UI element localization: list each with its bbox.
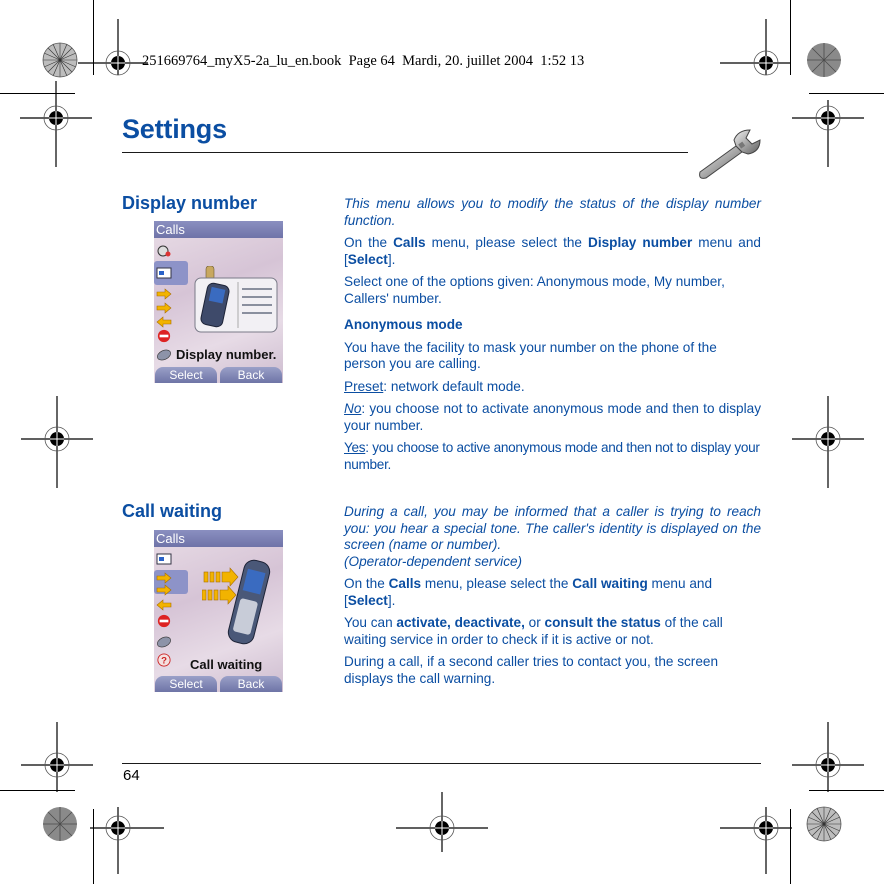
display-number-options-text: Select one of the options given: Anonymo… [344,274,725,306]
text: ]. [387,592,396,608]
text: or [524,615,545,630]
section-heading-display-number: Display number [122,193,258,213]
book-file-header: 251669764_myX5-2a_lu_en.book Page 64 Mar… [142,53,585,69]
anonymous-mode-description: You have the facility to mask your numbe… [344,339,717,372]
id-card-icon [156,553,172,565]
phone-screen-caption: Call waiting [190,657,263,672]
option-label-yes: Yes [344,440,366,455]
text: menu, please select the [425,235,588,250]
phone-softkeys: Select Back [154,675,283,692]
call-waiting-warning-text: During a call, if a second caller tries … [344,654,719,686]
alarm-icon [157,245,171,257]
call-waiting-intro: During a call, you may be informed that … [344,504,761,552]
call-waiting-nav-instruction: On the Calls menu, please select the Cal… [344,576,761,609]
incoming-call-icon [156,316,172,328]
phone-screen-header: Calls [154,221,283,238]
option-text: : network default mode. [383,378,525,394]
option-label-preset: Preset [344,378,384,394]
key-select: Select [347,251,388,267]
registration-target-icon [21,396,93,488]
id-card-illustration [194,266,278,333]
option-preset: Preset: network default mode. [344,379,761,396]
section-heading-call-waiting: Call waiting [122,501,223,521]
page-number: 64 [123,767,140,784]
barred-icon [157,614,171,628]
forward-calls-icon [156,584,172,596]
print-rosette-icon [43,807,77,841]
help-icon: ? [157,653,171,667]
registration-target-icon [396,792,488,852]
wrench-icon [699,129,761,179]
registration-target-icon [792,396,864,488]
pebble-icon [157,636,171,648]
phone-screenshot-call-waiting: Calls ? Call waiting Select Back [154,530,283,692]
print-rosette-icon [42,42,78,78]
action-consult-status: consult the status [544,615,661,630]
phone-screen-header: Calls [154,530,283,547]
option-yes: Yes: you choose to active anonymous mode… [344,440,761,473]
registration-target-icon [20,81,92,167]
call-waiting-operator-note: (Operator-dependent service) [344,553,523,569]
softkey-back: Back [220,367,282,383]
menu-name-display-number: Display number [588,235,693,250]
forward-calls-icon [156,288,172,300]
softkey-select: Select [155,367,217,383]
call-waiting-actions: You can activate, deactivate, or consult… [344,615,761,648]
option-label-no: No [344,401,362,416]
svg-text:?: ? [161,656,167,667]
option-text: : you choose to active anonymous mode an… [344,440,760,472]
option-text: : you choose not to activate anonymous m… [344,401,761,433]
forward-calls-icon [156,302,172,314]
text: ]. [387,251,396,267]
phone-screen-caption: Display number. [176,347,277,362]
softkey-back: Back [220,676,282,692]
title-divider [122,152,688,154]
call-waiting-body: During a call, you may be informed that … [344,504,761,693]
phone-screenshot-display-number: Calls Display number. Select Back [154,221,283,383]
text: You can [344,615,397,630]
page-title: Settings [122,114,227,144]
pebble-icon [157,349,171,361]
barred-icon [157,329,171,343]
print-rosette-icon [807,43,841,77]
text: On the [344,235,394,250]
id-card-icon [156,267,172,279]
menu-name-call-waiting: Call waiting [572,576,648,591]
display-number-intro: This menu allows you to modify the statu… [344,196,761,228]
menu-name-calls: Calls [388,576,422,591]
key-select: Select [347,592,388,608]
print-rosette-icon [806,806,842,842]
incoming-call-icon [156,599,172,611]
text: On the [344,576,389,591]
ringing-phone-illustration [202,559,271,645]
display-number-nav-instruction: On the Calls menu, please select the Dis… [344,235,761,268]
action-activate-deactivate: activate, deactivate, [396,615,525,630]
menu-name-calls: Calls [393,235,426,250]
registration-target-icon [792,100,864,167]
text: menu, please select the [421,576,573,591]
phone-softkeys: Select Back [154,366,283,383]
display-number-body: This menu allows you to modify the statu… [344,196,761,479]
footer-divider [122,763,761,765]
registration-target-icon [720,807,792,874]
softkey-select: Select [155,676,217,692]
registration-target-icon [90,807,164,874]
option-no: No: you choose not to activate anonymous… [344,401,761,434]
anonymous-mode-subheading: Anonymous mode [344,317,463,332]
